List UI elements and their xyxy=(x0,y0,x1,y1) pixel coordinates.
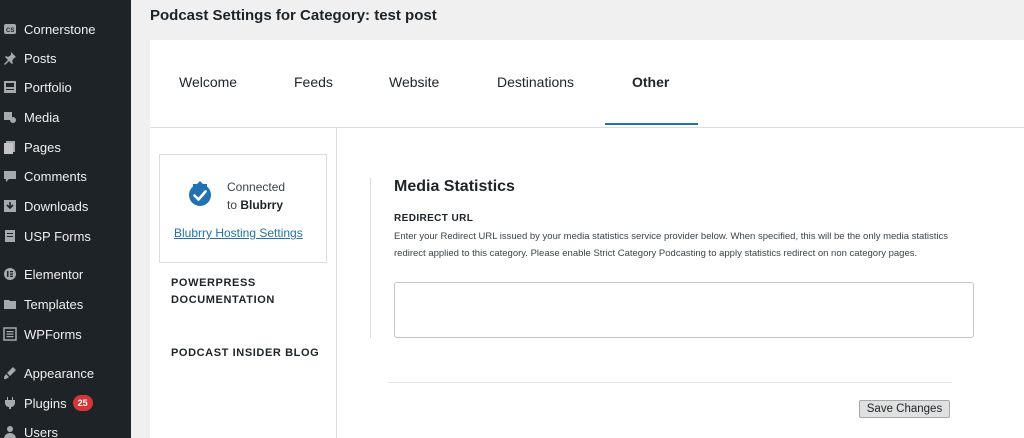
settings-tabs: Welcome Feeds Website Destinations Other xyxy=(150,40,1024,128)
sidebar-item-label: USP Forms xyxy=(24,228,91,244)
cornerstone-icon: CS xyxy=(3,22,17,36)
tab-feeds[interactable]: Feeds xyxy=(294,74,333,90)
forms-icon xyxy=(3,229,17,243)
sidebar-item-label: Downloads xyxy=(24,198,89,214)
settings-panel: Welcome Feeds Website Destinations Other… xyxy=(150,40,1024,438)
sidebar-item-usp-forms[interactable]: USP Forms xyxy=(0,223,131,249)
templates-icon xyxy=(3,297,17,311)
hosting-settings-link[interactable]: Blubrry Hosting Settings xyxy=(174,226,303,240)
sidebar-item-label: Posts xyxy=(24,50,57,66)
verified-check-icon xyxy=(189,181,211,206)
sidebar-item-pages[interactable]: Pages xyxy=(0,134,131,160)
sidebar-item-downloads[interactable]: Downloads xyxy=(0,193,131,219)
sidebar-item-label: Comments xyxy=(24,168,87,184)
connection-line1: Connected xyxy=(227,180,286,194)
sidebar-item-comments[interactable]: Comments xyxy=(0,163,131,189)
svg-text:CS: CS xyxy=(6,28,14,34)
media-icon xyxy=(3,110,17,124)
admin-sidebar: CS Cornerstone Posts Portfolio Media Pag… xyxy=(0,0,131,438)
podcast-insider-blog-link[interactable]: PODCAST INSIDER BLOG xyxy=(171,345,319,362)
powerpress-docs-link[interactable]: POWERPRESS DOCUMENTATION xyxy=(171,275,275,309)
sidebar-item-label: Cornerstone xyxy=(24,21,96,37)
connection-line2: to Blubrry xyxy=(227,196,285,214)
sidebar-item-label: Pages xyxy=(24,139,61,155)
sidebar-item-label: Plugins xyxy=(24,395,67,411)
plugins-icon xyxy=(3,396,17,410)
portfolio-icon xyxy=(3,80,17,94)
sidebar-item-elementor[interactable]: Elementor xyxy=(0,261,131,287)
sidebar-item-plugins[interactable]: Plugins 25 xyxy=(0,390,131,416)
left-column: Connected to Blubrry Blubrry Hosting Set… xyxy=(150,128,337,438)
sidebar-item-wpforms[interactable]: WPForms xyxy=(0,321,131,347)
connection-prefix: to xyxy=(227,198,241,212)
sidebar-item-label: WPForms xyxy=(24,326,82,342)
redirect-url-input[interactable] xyxy=(394,282,974,338)
redirect-url-label: REDIRECT URL xyxy=(394,213,474,224)
sidebar-item-label: Media xyxy=(24,109,60,125)
users-icon xyxy=(3,425,17,438)
sidebar-item-appearance[interactable]: Appearance xyxy=(0,360,131,386)
sidebar-item-posts[interactable]: Posts xyxy=(0,45,131,71)
pin-icon xyxy=(3,51,17,65)
redirect-url-description: Enter your Redirect URL issued by your m… xyxy=(394,231,949,259)
comments-icon xyxy=(3,169,17,183)
connection-status: Connected to Blubrry xyxy=(227,178,285,214)
tab-website[interactable]: Website xyxy=(389,74,439,90)
sidebar-item-label: Templates xyxy=(24,296,84,312)
sidebar-item-portfolio[interactable]: Portfolio xyxy=(0,74,131,100)
sidebar-item-cornerstone[interactable]: CS Cornerstone xyxy=(0,16,131,42)
section-title: Media Statistics xyxy=(394,178,515,195)
footer-divider xyxy=(388,382,952,383)
plugins-update-badge: 25 xyxy=(72,395,93,411)
connection-provider: Blubrry xyxy=(240,198,284,212)
tab-welcome[interactable]: Welcome xyxy=(179,74,237,90)
docs-line1: POWERPRESS xyxy=(171,277,256,289)
sidebar-item-label: Portfolio xyxy=(24,79,72,95)
appearance-icon xyxy=(3,366,17,380)
wpforms-icon xyxy=(3,327,17,341)
sidebar-item-label: Elementor xyxy=(24,266,84,282)
docs-line2: DOCUMENTATION xyxy=(171,294,275,306)
downloads-icon xyxy=(3,199,17,213)
connection-card: Connected to Blubrry Blubrry Hosting Set… xyxy=(159,154,327,263)
elementor-icon xyxy=(3,267,17,281)
sidebar-item-label: Appearance xyxy=(24,365,95,381)
tab-destinations[interactable]: Destinations xyxy=(497,74,574,90)
section-divider xyxy=(370,178,371,338)
sidebar-item-templates[interactable]: Templates xyxy=(0,291,131,317)
sidebar-item-users[interactable]: Users xyxy=(0,419,131,438)
tab-other[interactable]: Other xyxy=(632,74,669,90)
sidebar-item-label: Users xyxy=(24,424,58,438)
active-tab-indicator xyxy=(605,123,698,125)
pages-icon xyxy=(3,140,17,154)
page-title: Podcast Settings for Category: test post xyxy=(150,7,437,24)
save-changes-button[interactable]: Save Changes xyxy=(859,400,950,418)
sidebar-item-media[interactable]: Media xyxy=(0,104,131,130)
